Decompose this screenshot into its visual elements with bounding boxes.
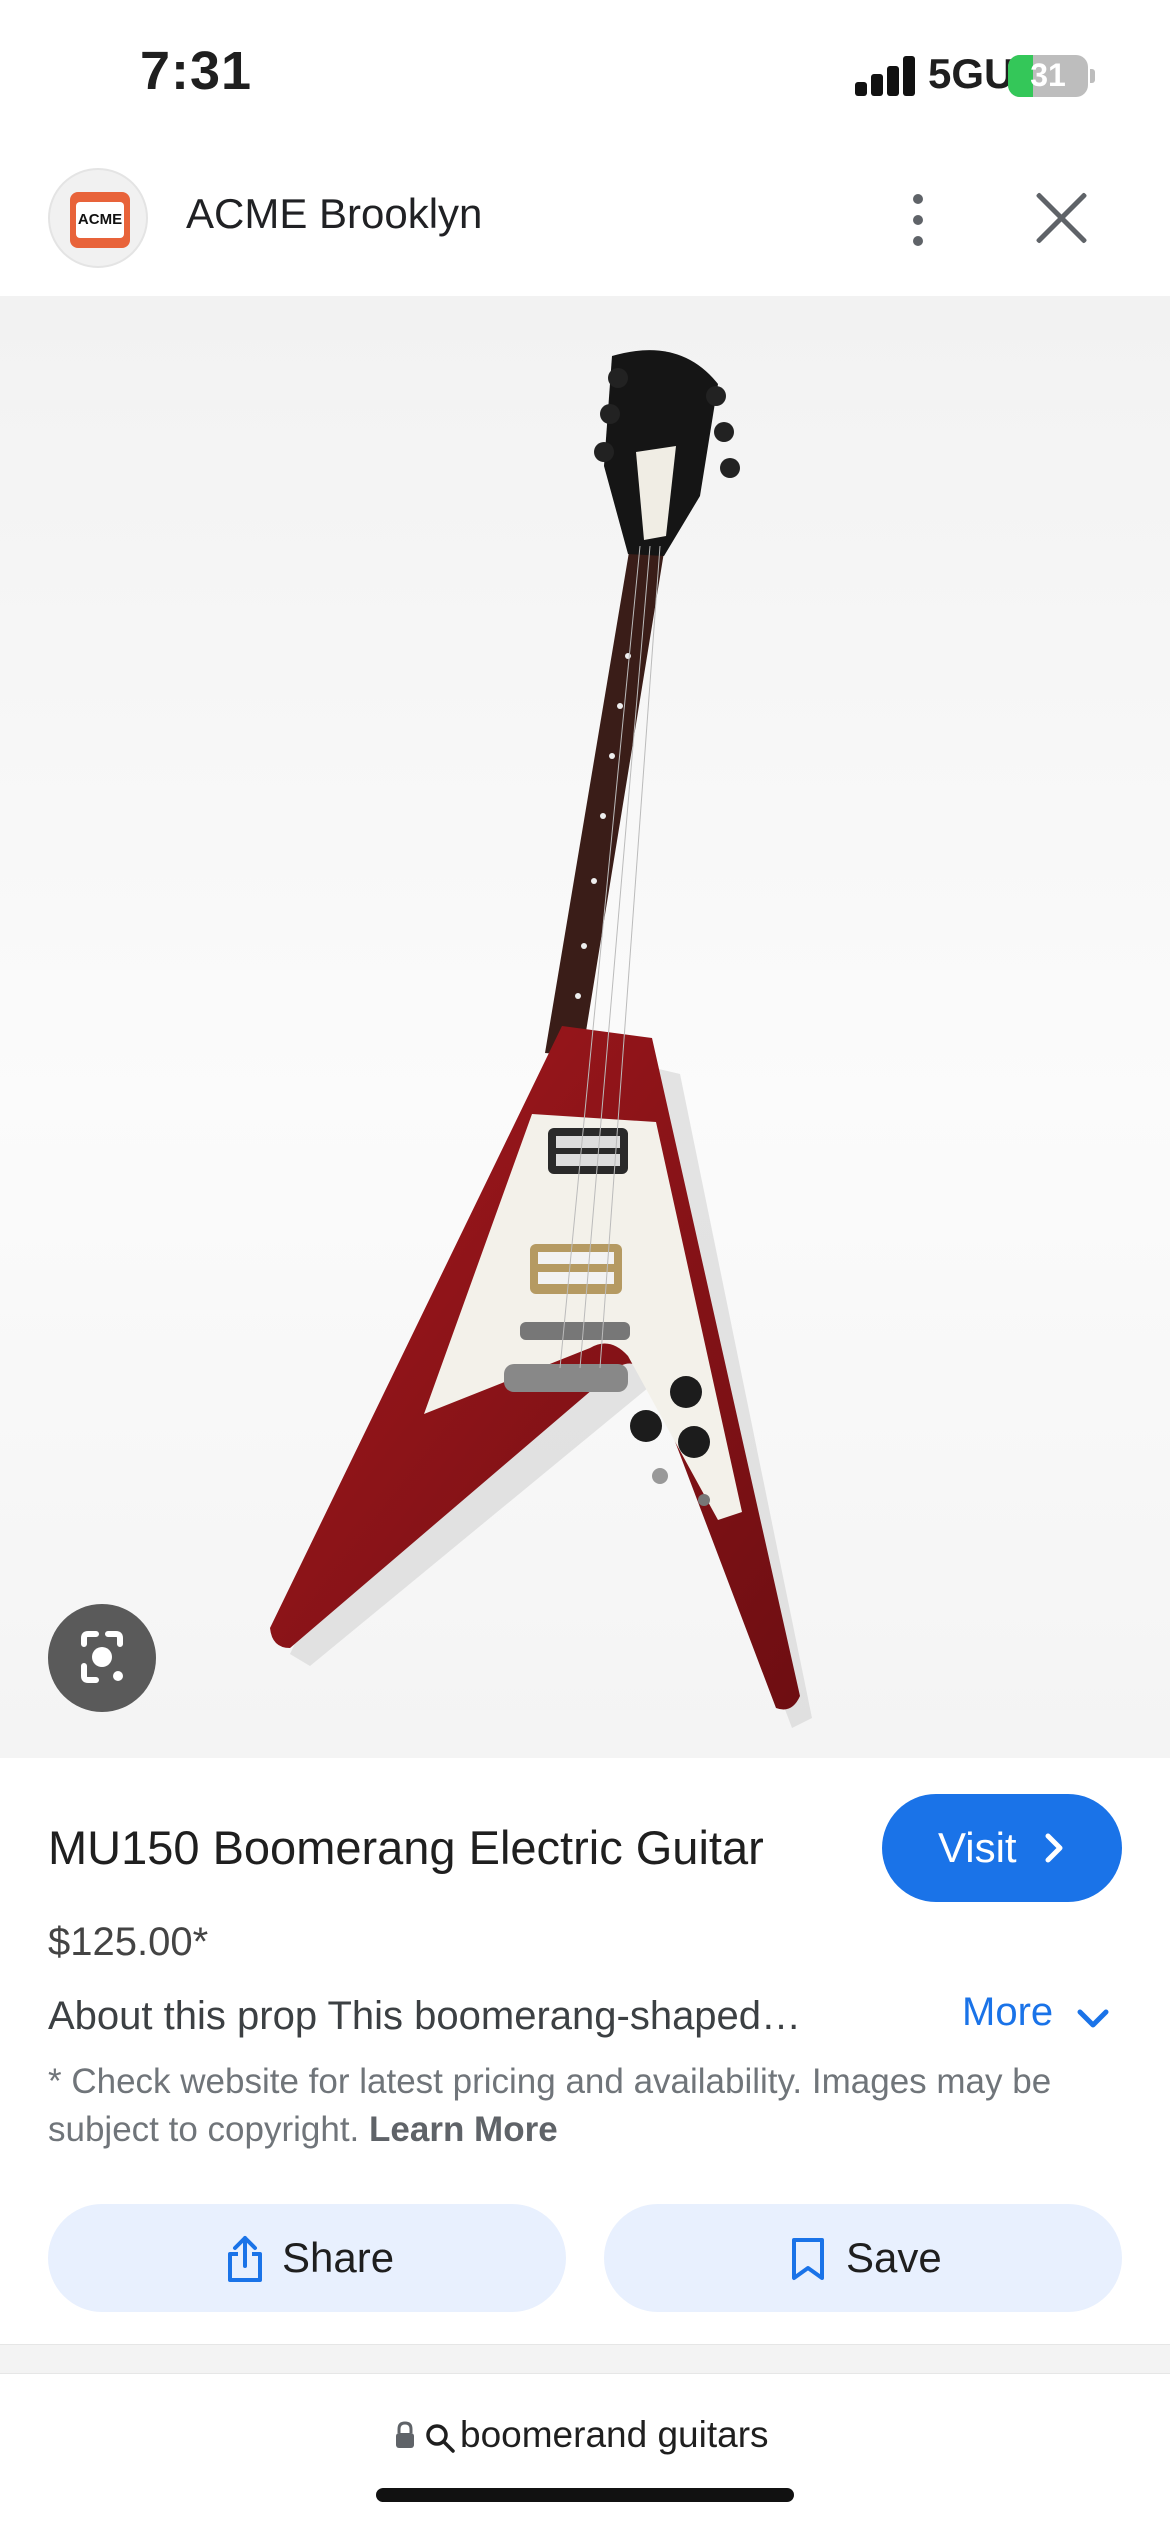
bookmark-icon bbox=[792, 2238, 824, 2280]
home-indicator[interactable] bbox=[376, 2488, 794, 2502]
search-icon bbox=[426, 2424, 455, 2453]
url-bar[interactable]: boomerand guitars bbox=[424, 2414, 769, 2456]
battery-level: 31 bbox=[1030, 57, 1066, 93]
save-button[interactable]: Save bbox=[604, 2204, 1122, 2312]
visit-label: Visit bbox=[938, 1824, 1017, 1871]
disclaimer: * Check website for latest pricing and a… bbox=[48, 2058, 1128, 2154]
product-description: About this prop This boomerang-shaped… bbox=[48, 1994, 802, 2038]
close-icon[interactable] bbox=[1034, 190, 1090, 246]
site-logo[interactable]: ACME bbox=[48, 168, 148, 268]
save-label: Save bbox=[846, 2234, 942, 2281]
product-price: $125.00* bbox=[48, 1920, 209, 1964]
guitar-image bbox=[270, 350, 812, 1728]
chevron-down-icon bbox=[1077, 2009, 1109, 2028]
share-label: Share bbox=[282, 2234, 395, 2281]
site-name[interactable]: ACME Brooklyn bbox=[186, 190, 482, 238]
acme-logo-mark: ACME bbox=[70, 192, 130, 248]
battery-icon: 31 bbox=[1008, 55, 1088, 97]
product-image[interactable] bbox=[0, 296, 1170, 1758]
section-divider bbox=[0, 2344, 1170, 2374]
product-title: MU150 Boomerang Electric Guitar bbox=[48, 1821, 764, 1874]
share-icon bbox=[228, 2236, 262, 2282]
chevron-right-icon bbox=[1045, 1833, 1063, 1863]
more-vert-icon[interactable] bbox=[893, 190, 943, 250]
logo-text: ACME bbox=[76, 202, 124, 238]
more-button[interactable]: More bbox=[962, 1990, 1109, 2035]
battery-tip bbox=[1090, 69, 1095, 83]
learn-more-link[interactable]: Learn More bbox=[369, 2110, 558, 2149]
status-time: 7:31 bbox=[140, 41, 253, 101]
url-text: boomerand guitars bbox=[460, 2414, 769, 2455]
lock-icon bbox=[394, 2421, 416, 2449]
visit-button[interactable]: Visit bbox=[882, 1794, 1122, 1902]
signal-icon bbox=[855, 56, 917, 96]
share-button[interactable]: Share bbox=[48, 2204, 566, 2312]
lens-icon[interactable] bbox=[48, 1604, 156, 1712]
more-label: More bbox=[962, 1990, 1054, 2034]
